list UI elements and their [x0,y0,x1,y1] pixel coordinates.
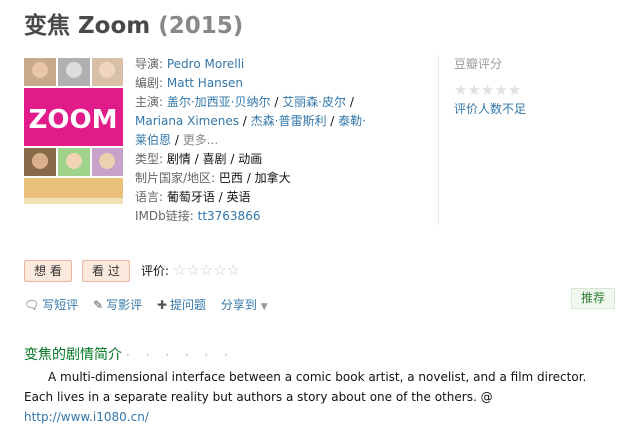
genre-row: 类型: 剧情 / 喜剧 / 动画 [135,150,375,169]
action-bar: 🗨 写短评 ✎ 写影评 ✚ 提问题 分享到 ▼ [24,296,279,313]
not-enough-ratings-link[interactable]: 评价人数不足 [454,102,526,116]
rating-title: 豆瓣评分 [454,57,503,71]
language-row: 语言: 葡萄牙语 / 英语 [135,188,375,207]
writer-label: 编剧: [135,76,167,90]
synopsis-title: 变焦的剧情简介 [24,347,122,363]
review-link[interactable]: 写影评 [106,298,142,312]
pencil-icon: ✎ [93,298,104,312]
share-action[interactable]: 分享到 ▼ [221,298,268,312]
question-link[interactable]: 提问题 [170,298,206,312]
rate-label: 评价: [141,264,173,278]
synopsis-text: A multi-dimensional interface between a … [24,367,616,427]
synopsis-heading: 变焦的剧情简介 · · · · · · [24,344,234,364]
country-value: 巴西 / 加拿大 [218,171,291,185]
country-row: 制片国家/地区: 巴西 / 加拿大 [135,169,375,188]
country-label: 制片国家/地区: [135,171,219,185]
chevron-down-icon: ▼ [260,302,268,312]
movie-info: 导演: Pedro Morelli 编剧: Matt Hansen 主演: 盖尔… [135,55,375,226]
cast-label: 主演: [135,95,167,109]
rating-stars-icon: ★★★★★ [454,81,522,99]
question-action[interactable]: ✚ 提问题 [157,298,206,312]
poster-art: ZOOM [24,58,123,204]
director-row: 导演: Pedro Morelli [135,55,375,74]
poster-title: ZOOM [29,105,118,135]
synopsis-body: A multi-dimensional interface between a … [24,370,587,404]
rate-stars-icon[interactable]: ☆☆☆☆☆ [173,261,240,279]
recommend-button[interactable]: 推荐 [571,288,615,309]
rating-panel: 豆瓣评分 ★★★★★ 评价人数不足 [438,55,574,225]
cast-link[interactable]: 盖尔·加西亚·贝纳尔 [167,95,271,109]
page-title: 变焦 Zoom (2015) [24,6,243,40]
genre-label: 类型: [135,152,167,166]
source-link[interactable]: http://www.i1080.cn/ [24,410,149,424]
imdb-link[interactable]: tt3763866 [198,209,261,223]
language-label: 语言: [135,190,167,204]
cast-row: 主演: 盖尔·加西亚·贝纳尔 / 艾丽森·皮尔 / Mariana Ximene… [135,95,366,147]
comment-icon: 🗨 [24,298,40,312]
short-review-action[interactable]: 🗨 写短评 [24,298,78,312]
imdb-label: IMDb链接: [135,209,198,223]
writer-link[interactable]: Matt Hansen [167,76,243,90]
cast-link[interactable]: 杰森·普雷斯利 [251,114,327,128]
director-link[interactable]: Pedro Morelli [167,57,244,71]
watched-button[interactable]: 看 过 [82,260,130,282]
genre-value: 剧情 / 喜剧 / 动画 [166,152,263,166]
movie-year: (2015) [158,13,244,39]
imdb-row: IMDb链接: tt3763866 [135,207,375,226]
language-value: 葡萄牙语 / 英语 [166,190,251,204]
more-cast-link[interactable]: 更多... [183,133,218,147]
cast-link[interactable]: Mariana Ximenes [135,114,239,128]
short-review-link[interactable]: 写短评 [42,298,78,312]
want-to-watch-button[interactable]: 想 看 [24,260,72,282]
review-action[interactable]: ✎ 写影评 [93,298,142,312]
movie-poster[interactable]: ZOOM [24,58,123,204]
plus-icon: ✚ [156,298,168,312]
rate-widget: 评价: ☆☆☆☆☆ [141,261,240,279]
director-label: 导演: [135,57,167,71]
movie-title: 变焦 Zoom [24,13,151,39]
share-link[interactable]: 分享到 [221,298,257,312]
writer-row: 编剧: Matt Hansen [135,74,375,93]
heading-dots: · · · · · · [126,348,234,362]
cast-link[interactable]: 艾丽森·皮尔 [282,95,346,109]
